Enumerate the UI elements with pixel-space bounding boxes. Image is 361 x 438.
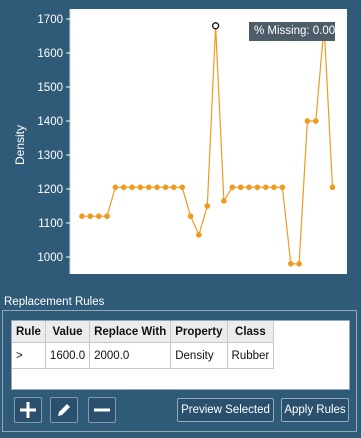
table-header-row: Rule Value Replace With Property Class — [12, 321, 275, 343]
data-point[interactable] — [204, 203, 211, 209]
y-tick-label: 1200 — [37, 184, 63, 196]
replace-with-cell[interactable]: 2000.0 — [89, 342, 172, 369]
remove-rule-button[interactable] — [88, 397, 116, 423]
replacement-rules-title: Replacement Rules — [4, 296, 105, 308]
y-tick-label: 1700 — [37, 14, 63, 26]
data-point[interactable] — [95, 213, 102, 220]
rules-table[interactable]: Rule Value Replace With Property Class >… — [11, 320, 350, 390]
missing-percentage-badge: % Missing: 0.00 — [249, 22, 335, 41]
data-point[interactable] — [112, 184, 119, 191]
column-header-replace-with[interactable]: Replace With — [89, 321, 172, 343]
data-point[interactable] — [229, 184, 236, 191]
data-point[interactable] — [329, 184, 336, 191]
value-cell[interactable]: 1600.0 — [45, 342, 91, 369]
add-rule-button[interactable] — [14, 397, 42, 423]
y-tick-label: 1100 — [38, 218, 63, 230]
plot-area — [70, 9, 347, 274]
y-tick-label: 1600 — [37, 48, 63, 60]
column-header-property[interactable]: Property — [170, 321, 228, 343]
y-tick-label: 1400 — [37, 116, 63, 128]
data-point[interactable] — [254, 184, 261, 191]
y-axis-label: Density — [13, 125, 27, 165]
data-point[interactable] — [79, 213, 85, 220]
data-point[interactable] — [154, 184, 160, 191]
data-point[interactable] — [87, 213, 94, 220]
data-point[interactable] — [262, 184, 269, 191]
data-point[interactable] — [104, 213, 110, 220]
data-point[interactable] — [304, 118, 311, 124]
data-point[interactable] — [246, 184, 252, 191]
column-header-value[interactable]: Value — [45, 321, 91, 343]
data-point[interactable] — [120, 184, 127, 191]
y-tick-label: 1000 — [37, 252, 63, 264]
data-point[interactable] — [179, 184, 186, 191]
rule-cell[interactable]: > — [12, 342, 46, 369]
data-point[interactable] — [312, 118, 319, 124]
data-point[interactable] — [287, 260, 294, 267]
data-point[interactable] — [296, 260, 302, 267]
data-point[interactable] — [129, 184, 135, 191]
data-point[interactable] — [187, 213, 194, 220]
apply-rules-button[interactable]: Apply Rules — [281, 398, 349, 422]
data-point[interactable] — [237, 184, 244, 191]
edit-rule-button[interactable] — [50, 397, 78, 423]
preview-selected-button[interactable]: Preview Selected — [177, 398, 274, 422]
plus-icon — [20, 402, 36, 418]
data-point[interactable] — [162, 184, 169, 191]
data-point[interactable] — [271, 184, 277, 191]
column-header-class[interactable]: Class — [227, 321, 275, 343]
data-point[interactable] — [145, 184, 152, 191]
chart-panel: 1000 1100 1200 1300 1400 1500 1600 1700 Density… — [0, 0, 361, 292]
y-tick-label: 1300 — [37, 150, 63, 162]
minus-icon — [94, 408, 110, 412]
data-point-highlighted[interactable] — [211, 22, 220, 30]
data-point[interactable] — [221, 198, 227, 204]
property-cell[interactable]: Density — [170, 342, 228, 369]
data-point[interactable] — [170, 184, 177, 191]
y-tick-label: 1500 — [37, 82, 63, 94]
pencil-icon — [58, 404, 70, 416]
class-cell[interactable]: Rubber — [227, 342, 275, 369]
density-chart: 1000 1100 1200 1300 1400 1500 1600 1700 Density — [13, 9, 347, 274]
column-header-rule[interactable]: Rule — [12, 321, 46, 343]
data-point[interactable] — [137, 184, 144, 191]
data-point[interactable] — [279, 184, 286, 191]
table-row[interactable]: > 1600.0 2000.0 Density Rubber — [12, 342, 275, 369]
data-point[interactable] — [196, 232, 202, 238]
